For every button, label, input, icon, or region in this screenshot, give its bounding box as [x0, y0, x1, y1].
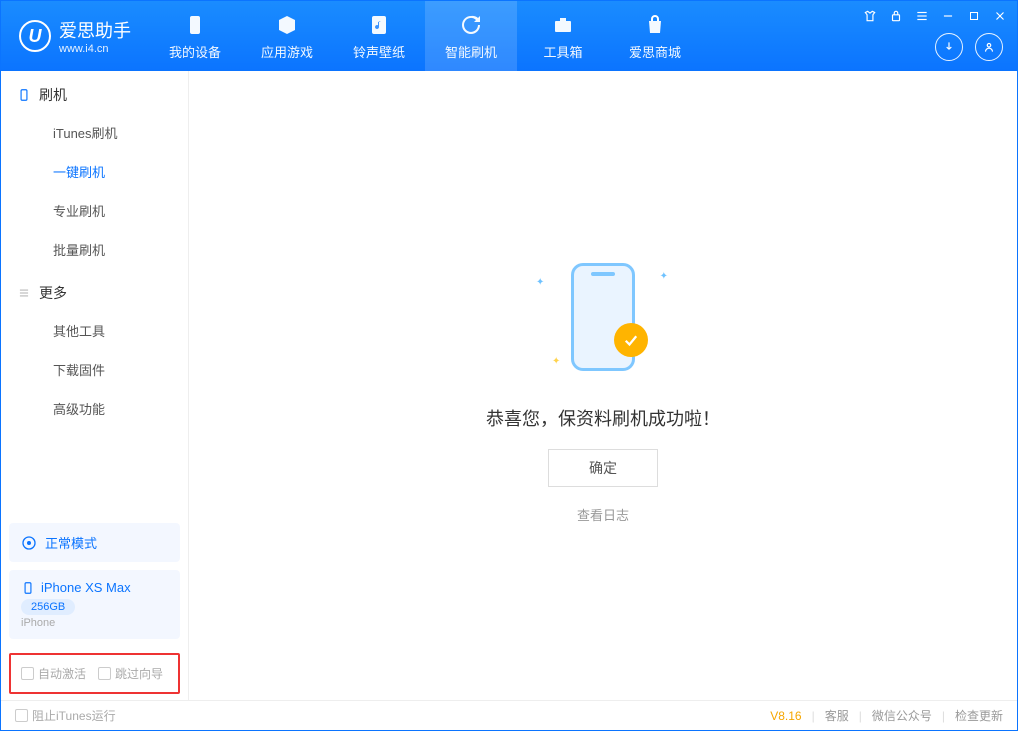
- cube-icon: [274, 12, 300, 38]
- bag-icon: [642, 12, 668, 38]
- sidebar: 刷机 iTunes刷机一键刷机专业刷机批量刷机更多其他工具下载固件高级功能 正常模…: [1, 71, 189, 700]
- nav-tab-0[interactable]: 我的设备: [149, 1, 241, 71]
- highlighted-checkbox-row: 自动激活 跳过向导: [9, 653, 180, 694]
- auto-activate-checkbox[interactable]: 自动激活: [21, 665, 86, 682]
- device-storage-badge: 256GB: [21, 599, 75, 615]
- nav-tab-label: 智能刷机: [445, 42, 497, 61]
- device-mode-block[interactable]: 正常模式: [9, 523, 180, 562]
- auto-activate-label: 自动激活: [38, 665, 86, 682]
- check-badge-icon: [614, 323, 648, 357]
- statusbar: 阻止iTunes运行 V8.16 |客服|微信公众号|检查更新: [1, 700, 1017, 730]
- logo-block: U 爱思助手 www.i4.cn: [1, 17, 149, 55]
- brand-url: www.i4.cn: [59, 43, 131, 55]
- window-controls: [861, 7, 1009, 25]
- logo-text: 爱思助手 www.i4.cn: [59, 17, 131, 55]
- maximize-button[interactable]: [965, 7, 983, 25]
- menu-icon[interactable]: [913, 7, 931, 25]
- download-icon[interactable]: [935, 33, 963, 61]
- sidebar-item[interactable]: 批量刷机: [1, 230, 188, 269]
- sidebar-section-title: 更多: [39, 283, 67, 303]
- titlebar: U 爱思助手 www.i4.cn 我的设备 应用游戏 铃声壁纸 智能刷机 工具箱 爱思商城: [1, 1, 1017, 71]
- block-itunes-label: 阻止iTunes运行: [32, 707, 116, 724]
- phone-icon: [182, 12, 208, 38]
- skip-guide-label: 跳过向导: [115, 665, 163, 682]
- lock-icon[interactable]: [887, 7, 905, 25]
- sidebar-section-title: 刷机: [39, 85, 67, 105]
- toolbox-icon: [550, 12, 576, 38]
- sidebar-item[interactable]: 专业刷机: [1, 191, 188, 230]
- logo-icon: U: [19, 20, 51, 52]
- ok-button[interactable]: 确定: [548, 449, 658, 487]
- nav-tab-2[interactable]: 铃声壁纸: [333, 1, 425, 71]
- titlebar-side-icons: [935, 33, 1003, 61]
- sidebar-item[interactable]: 高级功能: [1, 389, 188, 428]
- sidebar-section-1: 更多: [1, 269, 188, 311]
- device-name: iPhone XS Max: [41, 580, 131, 595]
- phone-icon: [21, 581, 35, 595]
- status-link-2[interactable]: 检查更新: [955, 707, 1003, 724]
- user-icon[interactable]: [975, 33, 1003, 61]
- nav-tabs: 我的设备 应用游戏 铃声壁纸 智能刷机 工具箱 爱思商城: [149, 1, 701, 71]
- music-icon: [366, 12, 392, 38]
- nav-tab-5[interactable]: 爱思商城: [609, 1, 701, 71]
- list-icon: [17, 286, 31, 300]
- block-itunes-checkbox[interactable]: 阻止iTunes运行: [15, 707, 116, 724]
- mode-icon: [21, 535, 37, 551]
- main-content: ✦ ✦ ✦ 恭喜您，保资料刷机成功啦！ 确定 查看日志: [189, 71, 1017, 700]
- nav-tab-3[interactable]: 智能刷机: [425, 1, 517, 71]
- nav-tab-1[interactable]: 应用游戏: [241, 1, 333, 71]
- minimize-button[interactable]: [939, 7, 957, 25]
- sidebar-section-0: 刷机: [1, 71, 188, 113]
- refresh-icon: [458, 12, 484, 38]
- status-link-0[interactable]: 客服: [825, 707, 849, 724]
- sidebar-item[interactable]: 一键刷机: [1, 152, 188, 191]
- brand-name: 爱思助手: [59, 17, 131, 43]
- close-button[interactable]: [991, 7, 1009, 25]
- nav-tab-label: 铃声壁纸: [353, 42, 405, 61]
- nav-tab-label: 我的设备: [169, 42, 221, 61]
- sidebar-item[interactable]: iTunes刷机: [1, 113, 188, 152]
- version-label: V8.16: [770, 709, 801, 723]
- nav-tab-label: 工具箱: [543, 42, 582, 61]
- nav-tab-4[interactable]: 工具箱: [517, 1, 609, 71]
- t-shirt-icon[interactable]: [861, 7, 879, 25]
- device-info-block[interactable]: iPhone XS Max 256GB iPhone: [9, 570, 180, 639]
- sidebar-item[interactable]: 其他工具: [1, 311, 188, 350]
- device-type: iPhone: [21, 617, 168, 629]
- status-link-1[interactable]: 微信公众号: [872, 707, 932, 724]
- nav-tab-label: 爱思商城: [629, 42, 681, 61]
- nav-tab-label: 应用游戏: [261, 42, 313, 61]
- device-mode-label: 正常模式: [45, 533, 97, 552]
- skip-guide-checkbox[interactable]: 跳过向导: [98, 665, 163, 682]
- device-icon: [17, 88, 31, 102]
- sidebar-item[interactable]: 下载固件: [1, 350, 188, 389]
- view-log-link[interactable]: 查看日志: [577, 505, 629, 524]
- success-title: 恭喜您，保资料刷机成功啦！: [486, 405, 720, 431]
- success-illustration: ✦ ✦ ✦: [518, 247, 688, 387]
